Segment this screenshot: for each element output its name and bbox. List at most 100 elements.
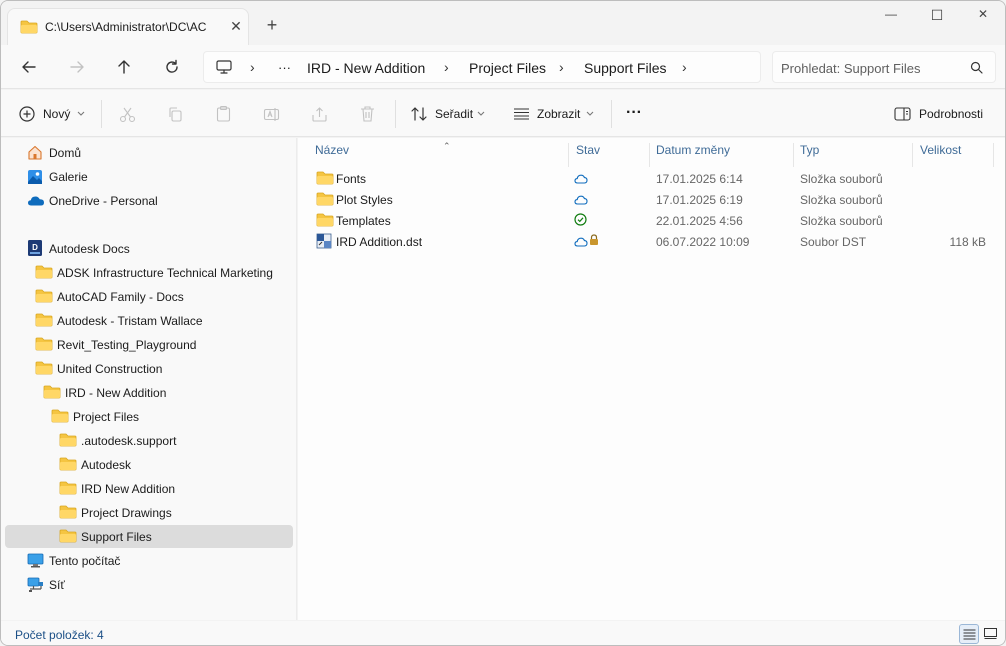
file-type: Složka souborů xyxy=(800,172,883,186)
folder-icon xyxy=(59,481,77,498)
view-button[interactable]: Zobrazit xyxy=(507,100,601,128)
folder-icon xyxy=(43,385,61,402)
address-bar[interactable]: › ··· IRD - New Addition › Project Files… xyxy=(203,51,761,83)
sidebar-item-autodesk-tristam[interactable]: Autodesk - Tristam Wallace xyxy=(5,309,293,332)
sort-label: Seřadit xyxy=(435,107,474,121)
autodesk-docs-icon: D xyxy=(27,239,43,260)
copy-icon xyxy=(169,107,182,122)
tiles-view-button[interactable] xyxy=(981,624,1001,644)
details-view-button[interactable] xyxy=(959,624,979,644)
sidebar-item-autocad-family[interactable]: AutoCAD Family - Docs xyxy=(5,285,293,308)
forward-button[interactable] xyxy=(62,53,92,81)
sidebar-item-united-construction[interactable]: United Construction xyxy=(5,357,293,380)
cut-button[interactable] xyxy=(113,100,143,128)
sidebar-item-adsk-infrastructure[interactable]: ADSK Infrastructure Technical Marketing xyxy=(5,261,293,284)
file-row-ird-addition-dst[interactable]: IRD Addition.dst 06.07.2022 10:09 Soubor… xyxy=(306,231,996,252)
arrow-right-icon xyxy=(70,61,84,73)
folder-icon xyxy=(35,337,53,354)
share-icon xyxy=(312,107,327,122)
folder-icon xyxy=(316,171,334,188)
sidebar-item-project-files[interactable]: Project Files xyxy=(5,405,293,428)
column-header-name[interactable]: ⌃ Název xyxy=(306,141,569,167)
sidebar-item-label: Domů xyxy=(49,146,82,160)
file-row-fonts[interactable]: Fonts 17.01.2025 6:14 Složka souborů xyxy=(306,168,996,189)
column-header-type[interactable]: Typ xyxy=(794,143,913,167)
cloud-status-icon xyxy=(574,173,588,187)
scissors-icon xyxy=(119,107,136,123)
search-input[interactable] xyxy=(781,58,961,78)
sidebar-item-ird-new-addition-sub[interactable]: IRD New Addition xyxy=(5,477,293,500)
sidebar-item-label: Revit_Testing_Playground xyxy=(57,338,197,352)
folder-icon xyxy=(20,20,38,37)
new-button[interactable]: Nový xyxy=(11,100,93,128)
details-label: Podrobnosti xyxy=(919,107,984,121)
file-name: IRD Addition.dst xyxy=(336,235,423,249)
tab-current-folder[interactable]: C:\Users\Administrator\DC\AC ✕ xyxy=(7,8,249,45)
sidebar-item-this-pc[interactable]: Tento počítač xyxy=(5,549,293,572)
breadcrumb-more-button[interactable]: ··· xyxy=(278,52,291,84)
file-date: 06.07.2022 10:09 xyxy=(656,235,750,249)
sidebar-item-home[interactable]: Domů xyxy=(5,141,293,164)
refresh-button[interactable] xyxy=(157,53,187,81)
tab-close-button[interactable]: ✕ xyxy=(225,15,247,37)
new-tab-button[interactable]: + xyxy=(261,15,283,37)
sidebar-item-autodesk-docs[interactable]: D Autodesk Docs xyxy=(5,237,293,260)
more-options-button[interactable]: ··· xyxy=(619,100,649,128)
minimize-button[interactable]: — xyxy=(868,7,914,25)
cloud-status-icon xyxy=(574,194,588,208)
file-type: Soubor DST xyxy=(800,235,867,249)
synced-check-icon xyxy=(574,213,587,229)
file-date: 17.01.2025 6:14 xyxy=(656,172,743,186)
sidebar-item-label: Galerie xyxy=(49,170,88,184)
sidebar-item-autodesk-support[interactable]: .autodesk.support xyxy=(5,429,293,452)
sidebar-item-network[interactable]: Síť xyxy=(5,573,293,596)
folder-icon xyxy=(51,409,69,426)
sidebar-item-ird-new-addition[interactable]: IRD - New Addition xyxy=(5,381,293,404)
file-type: Složka souborů xyxy=(800,214,883,228)
file-row-plot-styles[interactable]: Plot Styles 17.01.2025 6:19 Složka soubo… xyxy=(306,189,996,210)
sidebar-item-label: .autodesk.support xyxy=(81,434,177,448)
sidebar-item-label: Project Drawings xyxy=(81,506,172,520)
up-button[interactable] xyxy=(109,53,139,81)
chevron-down-icon xyxy=(477,111,485,116)
column-header-date[interactable]: Datum změny xyxy=(650,143,794,167)
column-header-status[interactable]: Stav xyxy=(569,143,650,167)
trash-icon xyxy=(361,106,374,122)
sidebar-item-support-files[interactable]: Support Files xyxy=(5,525,293,548)
sort-button[interactable]: Seřadit xyxy=(405,100,489,128)
new-label: Nový xyxy=(43,107,71,121)
back-button[interactable] xyxy=(14,53,44,81)
sort-icon xyxy=(411,107,427,121)
folder-icon xyxy=(316,213,334,230)
item-count: Počet položek: 4 xyxy=(15,628,104,642)
column-divider[interactable] xyxy=(993,143,994,167)
sidebar-item-label: United Construction xyxy=(57,362,163,376)
breadcrumb-ird-new-addition[interactable]: IRD - New Addition xyxy=(307,52,425,84)
search-box[interactable] xyxy=(772,51,996,83)
column-header-size[interactable]: Velikost xyxy=(913,143,994,167)
toolbar-divider xyxy=(395,100,396,128)
breadcrumb-project-files[interactable]: Project Files xyxy=(469,52,546,84)
column-header-label: Typ xyxy=(800,143,820,157)
rename-button[interactable] xyxy=(257,100,287,128)
sidebar-item-onedrive[interactable]: OneDrive - Personal xyxy=(5,189,293,212)
folder-icon xyxy=(59,433,77,450)
details-pane-button[interactable]: Podrobnosti xyxy=(887,100,995,128)
copy-button[interactable] xyxy=(161,100,191,128)
breadcrumb-support-files[interactable]: Support Files xyxy=(584,52,666,84)
paste-button[interactable] xyxy=(209,100,239,128)
sidebar-item-revit-testing[interactable]: Revit_Testing_Playground xyxy=(5,333,293,356)
sidebar-item-project-drawings[interactable]: Project Drawings xyxy=(5,501,293,524)
sidebar-item-label: IRD New Addition xyxy=(81,482,176,496)
share-button[interactable] xyxy=(305,100,335,128)
close-window-button[interactable]: ✕ xyxy=(960,7,1005,25)
file-row-templates[interactable]: Templates 22.01.2025 4:56 Složka souborů xyxy=(306,210,996,231)
sidebar-item-gallery[interactable]: Galerie xyxy=(5,165,293,188)
maximize-button[interactable]: ☐ xyxy=(914,7,960,25)
status-bar: Počet položek: 4 xyxy=(1,621,1005,645)
clipboard-icon xyxy=(216,105,231,122)
sidebar-item-autodesk[interactable]: Autodesk xyxy=(5,453,293,476)
sidebar-item-label: Support Files xyxy=(81,530,152,544)
delete-button[interactable] xyxy=(353,100,383,128)
folder-icon xyxy=(35,289,53,306)
